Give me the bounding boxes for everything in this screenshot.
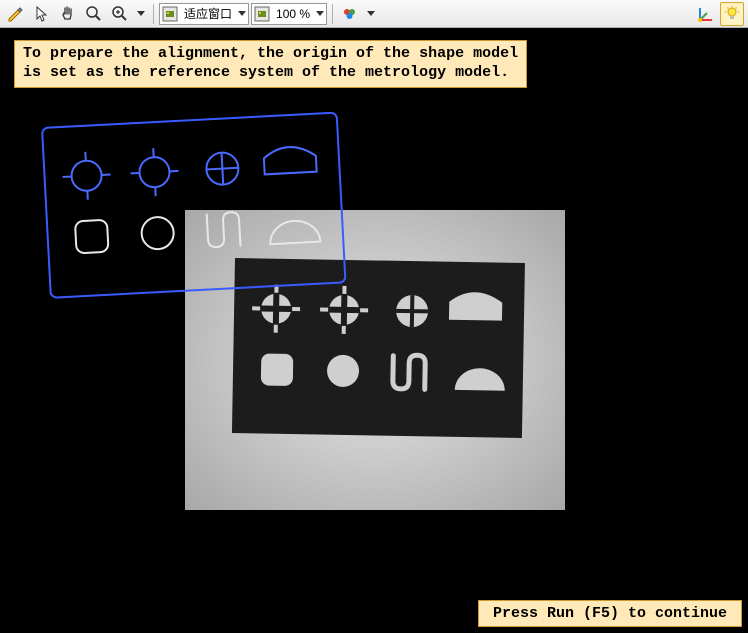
zoom-dropdown-arrow[interactable] [134, 11, 148, 17]
toolbar: 适应窗口 100 % [0, 0, 748, 28]
color-tool-button[interactable] [338, 2, 362, 26]
zoom-percent-combo[interactable]: 100 % [251, 3, 327, 25]
continue-prompt: Press Run (F5) to continue [478, 600, 742, 627]
fit-window-combo[interactable]: 适应窗口 [159, 3, 249, 25]
separator [332, 4, 333, 24]
zoom-plus-button[interactable] [108, 2, 132, 26]
canvas-area: To prepare the alignment, the origin of … [0, 28, 748, 633]
axes-tool-button[interactable] [694, 2, 718, 26]
pointer-tool-button[interactable] [30, 2, 54, 26]
separator [153, 4, 154, 24]
lightbulb-button[interactable] [720, 2, 744, 26]
zoom-tool-button[interactable] [82, 2, 106, 26]
displayed-image [0, 28, 748, 633]
fit-window-label: 适应窗口 [180, 5, 236, 22]
draw-tool-button[interactable] [4, 2, 28, 26]
pan-tool-button[interactable] [56, 2, 80, 26]
color-dropdown-arrow[interactable] [364, 11, 378, 17]
info-message: To prepare the alignment, the origin of … [14, 40, 527, 88]
zoom-percent-label: 100 % [272, 7, 314, 21]
